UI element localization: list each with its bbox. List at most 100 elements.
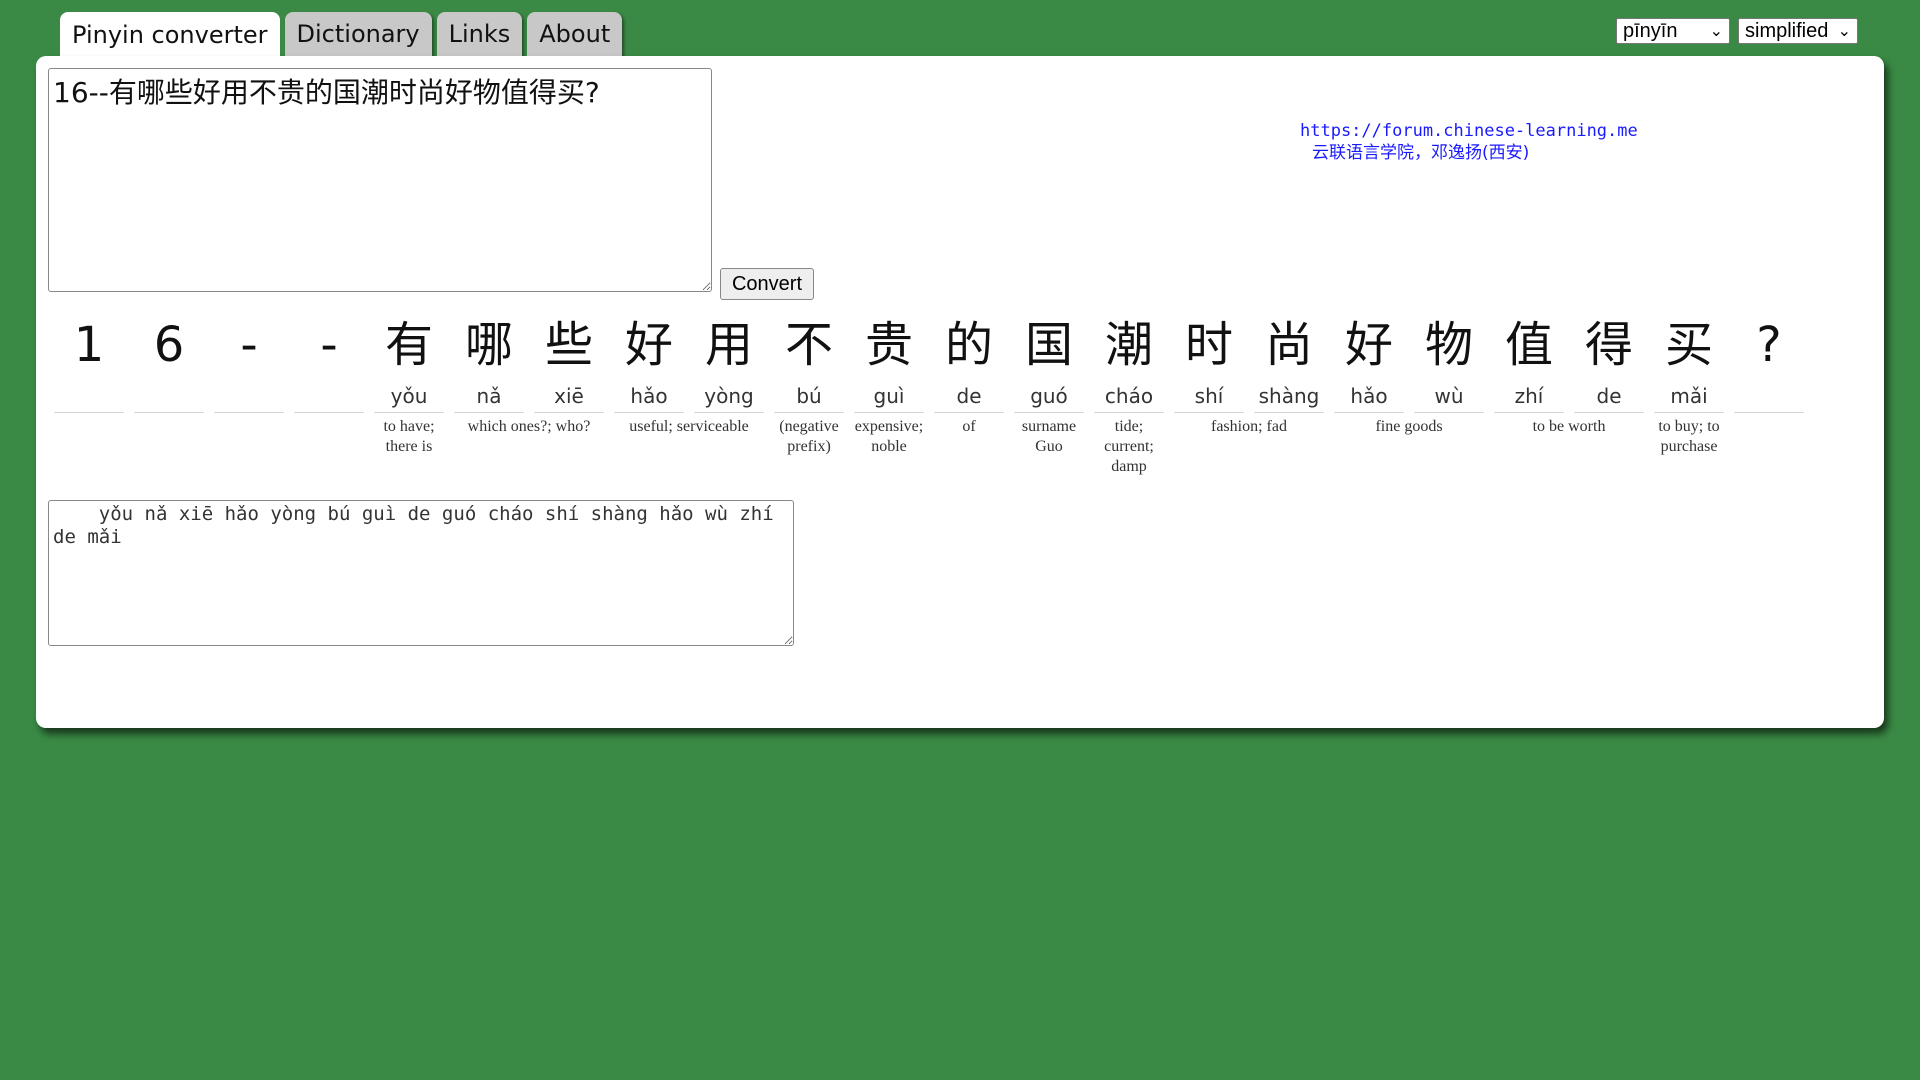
word-group: 值 zhí 得 de to be worth	[1489, 310, 1649, 437]
credit: https://forum.chinese-learning.me 云联语言学院…	[1300, 120, 1638, 164]
char-cell: 贵 guì	[849, 310, 929, 413]
gloss: to have; there is	[383, 418, 435, 455]
char-cell: ?	[1729, 310, 1809, 413]
underline-divider	[774, 412, 844, 413]
underline-divider	[374, 412, 444, 413]
pinyin: shàng	[1258, 384, 1320, 408]
word-group: 哪 nǎ 些 xiē which ones?; who?	[449, 310, 609, 437]
gloss: which ones?; who?	[467, 418, 591, 435]
hanzi: 的	[944, 317, 993, 373]
underline-divider	[1734, 412, 1804, 413]
word-group: 时 shí 尚 shàng fashion; fad	[1169, 310, 1329, 437]
underline-divider	[1014, 412, 1084, 413]
word-group: 有 yǒu to have; there is	[369, 310, 449, 457]
pinyin: shí	[1194, 384, 1224, 408]
pinyin: guì	[873, 384, 905, 408]
word-group: 买 mǎi to buy; to purchase	[1649, 310, 1729, 457]
char-cell: 1	[49, 310, 129, 413]
char-cell: 物 wù	[1409, 310, 1489, 413]
char-cell: 得 de	[1569, 310, 1649, 413]
char-cell: 好 hǎo	[1329, 310, 1409, 413]
tone-style-select[interactable]: pīnyīn ⌄	[1616, 18, 1730, 44]
credit-author: 云联语言学院，邓逸扬(西安)	[1312, 143, 1530, 163]
gloss: expensive; noble	[854, 418, 924, 455]
char-cell: 哪 nǎ	[449, 310, 529, 413]
char-cell: 值 zhí	[1489, 310, 1569, 413]
pinyin: guó	[1030, 384, 1068, 408]
gloss: useful; serviceable	[629, 418, 749, 435]
hanzi: 哪	[464, 317, 513, 373]
word-group: 1	[49, 310, 129, 417]
char-cell: -	[289, 310, 369, 413]
tab-about[interactable]: About	[527, 12, 623, 56]
underline-divider	[1094, 412, 1164, 413]
gloss: fashion; fad	[1211, 418, 1287, 435]
gloss: to be worth	[1532, 418, 1606, 435]
char-cell: 用 yòng	[689, 310, 769, 413]
underline-divider	[1254, 412, 1324, 413]
char-cell: 时 shí	[1169, 310, 1249, 413]
char-cell: 尚 shàng	[1249, 310, 1329, 413]
word-group: 国 guó surname Guo	[1009, 310, 1089, 457]
underline-divider	[534, 412, 604, 413]
script-select[interactable]: simplified ⌄	[1738, 18, 1858, 44]
pinyin: zhí	[1514, 384, 1544, 408]
char-cell: 的 de	[929, 310, 1009, 413]
forum-link[interactable]: https://forum.chinese-learning.me	[1300, 120, 1638, 142]
pinyin: de	[956, 384, 982, 408]
gloss: (negative prefix)	[779, 418, 839, 455]
tab-pinyin-converter[interactable]: Pinyin converter	[60, 12, 280, 58]
hanzi: 好	[1344, 317, 1393, 373]
pinyin: hǎo	[630, 384, 668, 408]
hanzi: 有	[384, 317, 433, 373]
gloss: surname Guo	[1021, 418, 1077, 455]
hanzi: 物	[1424, 317, 1473, 373]
convert-button[interactable]: Convert	[720, 268, 814, 300]
hanzi: 买	[1664, 317, 1713, 373]
tab-dictionary[interactable]: Dictionary	[284, 12, 432, 56]
char-cell: 潮 cháo	[1089, 310, 1169, 413]
word-group: -	[289, 310, 369, 417]
word-group: 好 hǎo 用 yòng useful; serviceable	[609, 310, 769, 437]
word-group: -	[209, 310, 289, 417]
pinyin-output[interactable]: yǒu nǎ xiē hǎo yòng bú guì de guó cháo s…	[48, 500, 794, 646]
underline-divider	[1494, 412, 1564, 413]
hanzi: ?	[1756, 317, 1782, 373]
char-cell: 不 bú	[769, 310, 849, 413]
hanzi: 尚	[1264, 317, 1313, 373]
pinyin: yòng	[704, 384, 754, 408]
tab-links[interactable]: Links	[436, 12, 523, 56]
hanzi: 潮	[1104, 317, 1153, 373]
pinyin: yǒu	[390, 384, 428, 408]
underline-divider	[454, 412, 524, 413]
hanzi: 国	[1024, 317, 1073, 373]
chinese-input[interactable]: 16--有哪些好用不贵的国潮时尚好物值得买?	[48, 68, 712, 292]
hanzi: 得	[1584, 317, 1633, 373]
hanzi: 些	[544, 317, 593, 373]
gloss: tide; current; damp	[1104, 418, 1154, 475]
underline-divider	[614, 412, 684, 413]
gloss: of	[962, 418, 976, 435]
pinyin: mǎi	[1670, 384, 1708, 408]
word-group: 的 de of	[929, 310, 1009, 437]
word-group: 潮 cháo tide; current; damp	[1089, 310, 1169, 477]
hanzi: 用	[704, 317, 753, 373]
underline-divider	[854, 412, 924, 413]
converter-panel: 16--有哪些好用不贵的国潮时尚好物值得买? Convert https://f…	[36, 56, 1884, 728]
underline-divider	[294, 412, 364, 413]
hanzi: -	[240, 317, 258, 373]
underline-divider	[1334, 412, 1404, 413]
pinyin: bú	[796, 384, 822, 408]
hanzi: 不	[784, 317, 833, 373]
hanzi: 贵	[864, 317, 913, 373]
pinyin: nǎ	[476, 384, 502, 408]
pinyin: cháo	[1104, 384, 1154, 408]
underline-divider	[1654, 412, 1724, 413]
pinyin: wù	[1434, 384, 1464, 408]
hanzi: 值	[1504, 317, 1553, 373]
tone-style-value: pīnyīn	[1623, 19, 1678, 42]
hanzi: 时	[1184, 317, 1233, 373]
char-cell: 国 guó	[1009, 310, 1089, 413]
word-group: 6	[129, 310, 209, 417]
underline-divider	[214, 412, 284, 413]
